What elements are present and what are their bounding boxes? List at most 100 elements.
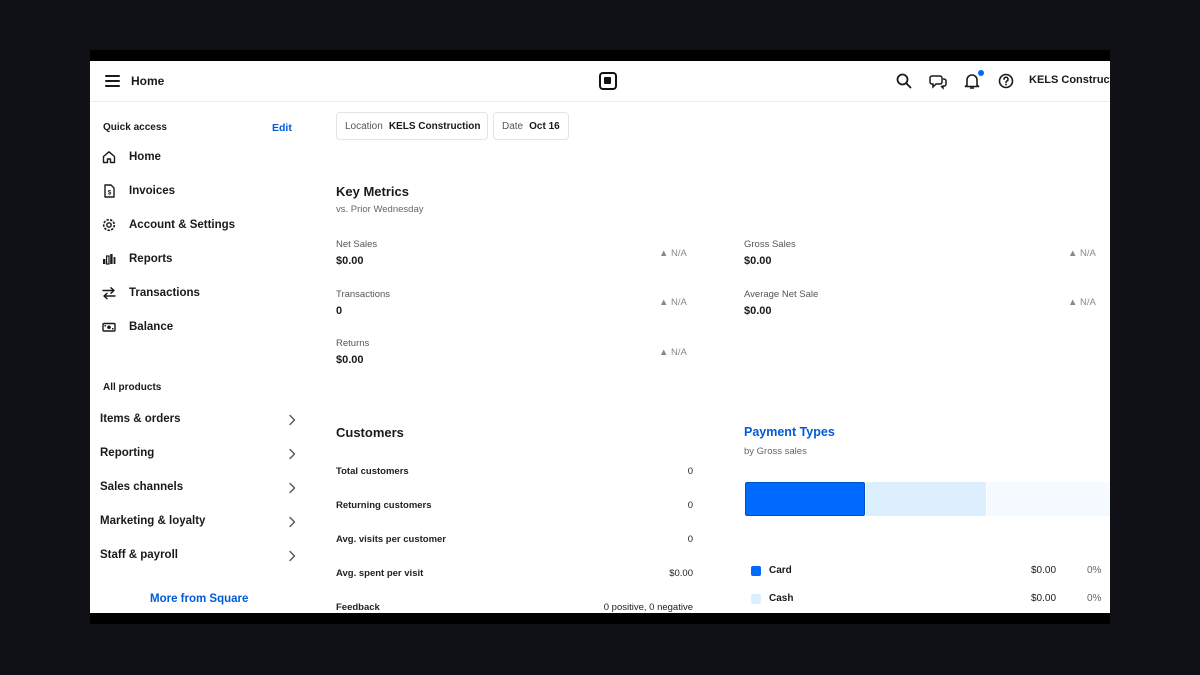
payment-bar-cash[interactable] — [866, 482, 986, 516]
sidebar: Quick access Edit Home $ Invoices Accoun… — [90, 102, 310, 613]
sidebar-item-label: Account & Settings — [129, 219, 236, 231]
window-frame-top — [90, 50, 1110, 61]
more-from-square-link[interactable]: More from Square — [150, 593, 248, 605]
metric-label: Transactions — [336, 289, 391, 300]
sidebar-item-label: Items & orders — [100, 413, 181, 425]
sidebar-item-home[interactable]: Home — [100, 146, 300, 170]
key-metrics-subtitle: vs. Prior Wednesday — [336, 204, 424, 215]
legend-label: Cash — [769, 593, 794, 604]
legend-percent: 0% — [1087, 565, 1102, 576]
sidebar-item-label: Balance — [129, 321, 174, 333]
metric-change: ▲ N/A — [1068, 248, 1096, 259]
gear-icon — [102, 218, 116, 232]
quick-access-title: Quick access — [103, 122, 167, 133]
customer-stat-value: 0 positive, 0 negative — [603, 602, 693, 613]
cash-icon — [102, 322, 116, 332]
chevron-right-icon — [289, 448, 296, 460]
transfer-arrows-icon — [102, 287, 116, 300]
metric-change-value: N/A — [1080, 297, 1096, 308]
metric-change-value: N/A — [671, 248, 687, 259]
metric-label: Average Net Sale — [744, 289, 819, 300]
card-legend-swatch — [751, 566, 761, 576]
metric-value: $0.00 — [336, 255, 364, 267]
metric-change: ▲ N/A — [659, 347, 687, 358]
sidebar-item-balance[interactable]: Balance — [100, 316, 300, 340]
payment-types-subtitle: by Gross sales — [744, 446, 807, 457]
chevron-right-icon — [289, 550, 296, 562]
customer-stat-value: $0.00 — [669, 568, 693, 579]
metric-change-value: N/A — [671, 297, 687, 308]
metric-value: 0 — [336, 305, 343, 317]
chevron-right-icon — [289, 482, 296, 494]
sidebar-item-sales-channels[interactable]: Sales channels — [100, 476, 300, 500]
sidebar-item-label: Invoices — [129, 185, 176, 197]
customer-stat-label: Avg. spent per visit — [336, 568, 424, 579]
account-name[interactable]: KELS Constructio — [1029, 74, 1110, 86]
customer-stat-label: Total customers — [336, 466, 409, 477]
metric-value: $0.00 — [336, 354, 364, 366]
notification-dot — [978, 70, 984, 76]
legend-label: Card — [769, 565, 792, 576]
date-filter[interactable]: Date Oct 16 — [493, 112, 569, 140]
sidebar-item-label: Home — [129, 151, 161, 163]
metric-label: Net Sales — [336, 239, 378, 250]
date-filter-label: Date — [502, 121, 524, 132]
help-icon[interactable] — [997, 72, 1015, 90]
sidebar-item-items-orders[interactable]: Items & orders — [100, 408, 300, 432]
customer-stat-label: Feedback — [336, 602, 380, 613]
all-products-title: All products — [103, 382, 162, 393]
sidebar-item-invoices[interactable]: $ Invoices — [100, 180, 300, 204]
metric-label: Returns — [336, 338, 370, 349]
sidebar-item-reports[interactable]: Reports — [100, 248, 300, 272]
payment-types-link[interactable]: Payment Types — [744, 425, 835, 439]
sidebar-item-label: Reports — [129, 253, 173, 265]
dashboard-app: Home KELS Constructio Quick access Edit … — [90, 61, 1110, 613]
menu-icon[interactable] — [105, 74, 120, 87]
legend-amount: $0.00 — [1031, 565, 1057, 576]
key-metrics-title: Key Metrics — [336, 184, 409, 199]
sidebar-item-label: Reporting — [100, 447, 155, 459]
date-filter-value: Oct 16 — [529, 121, 560, 132]
svg-text:$: $ — [108, 190, 112, 197]
metric-change-value: N/A — [1080, 248, 1096, 259]
metric-change: ▲ N/A — [659, 297, 687, 308]
customer-stat-value: 0 — [687, 466, 693, 477]
page-title: Home — [131, 74, 165, 88]
location-filter[interactable]: Location KELS Construction — [336, 112, 488, 140]
customer-stat-value: 0 — [687, 534, 693, 545]
customers-title: Customers — [336, 425, 404, 440]
payment-bar-other — [987, 482, 1110, 516]
sidebar-item-transactions[interactable]: Transactions — [100, 282, 300, 306]
sidebar-item-label: Transactions — [129, 287, 200, 299]
payment-bar-card[interactable] — [745, 482, 865, 516]
location-filter-value: KELS Construction — [388, 121, 481, 132]
sidebar-item-marketing-loyalty[interactable]: Marketing & loyalty — [100, 510, 300, 534]
customer-stat-label: Avg. visits per customer — [336, 534, 446, 545]
metric-label: Gross Sales — [744, 239, 796, 250]
metric-value: $0.00 — [744, 255, 772, 267]
location-filter-label: Location — [345, 121, 383, 132]
sidebar-item-label: Staff & payroll — [100, 549, 178, 561]
metric-change: ▲ N/A — [659, 248, 687, 259]
sidebar-item-account-settings[interactable]: Account & Settings — [100, 214, 300, 238]
search-icon[interactable] — [895, 72, 913, 90]
sidebar-item-staff-payroll[interactable]: Staff & payroll — [100, 544, 300, 568]
sidebar-item-label: Sales channels — [100, 481, 184, 493]
chevron-right-icon — [289, 414, 296, 426]
metric-value: $0.00 — [744, 305, 772, 317]
edit-quick-access-button[interactable]: Edit — [272, 122, 292, 134]
top-bar: Home KELS Constructio — [90, 61, 1110, 102]
legend-percent: 0% — [1087, 593, 1102, 604]
window-frame-bottom — [90, 613, 1110, 624]
customer-stat-label: Returning customers — [336, 500, 432, 511]
square-logo-icon[interactable] — [599, 72, 617, 90]
messages-icon[interactable] — [929, 72, 947, 90]
legend-amount: $0.00 — [1031, 593, 1057, 604]
home-icon — [102, 151, 116, 164]
cash-legend-swatch — [751, 594, 761, 604]
sidebar-item-reporting[interactable]: Reporting — [100, 442, 300, 466]
chevron-right-icon — [289, 516, 296, 528]
sidebar-item-label: Marketing & loyalty — [100, 515, 206, 527]
customer-stat-value: 0 — [687, 500, 693, 511]
metric-change: ▲ N/A — [1068, 297, 1096, 308]
